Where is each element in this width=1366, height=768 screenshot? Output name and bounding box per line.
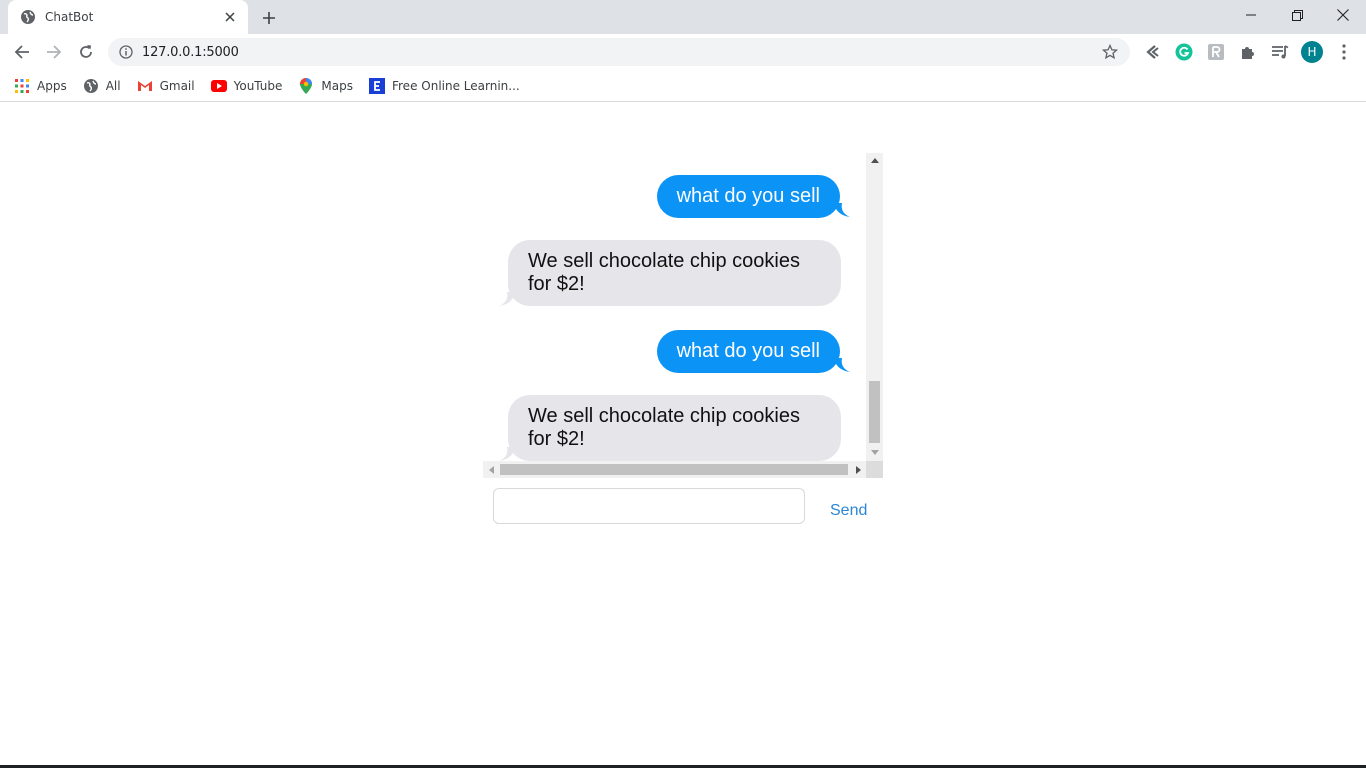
- url-text: 127.0.0.1:5000: [142, 44, 239, 60]
- bookmark-gmail[interactable]: Gmail: [137, 78, 195, 94]
- close-icon[interactable]: [222, 9, 238, 25]
- address-bar[interactable]: 127.0.0.1:5000: [108, 38, 1130, 66]
- gmail-icon: [137, 78, 153, 94]
- message-text: We sell chocolate chip cookies for $2!: [528, 405, 800, 450]
- globe-icon: [83, 78, 99, 94]
- browser-toolbar: 127.0.0.1:5000 H: [0, 34, 1366, 70]
- bookmark-label: Gmail: [159, 78, 195, 93]
- browser-titlebar: ChatBot: [0, 0, 1366, 34]
- reload-icon[interactable]: [73, 39, 99, 65]
- star-icon[interactable]: [1100, 42, 1120, 62]
- bookmarks-bar: Apps All Gmail YouTube Maps Free Online …: [0, 70, 1366, 102]
- forward-arrow-icon[interactable]: [41, 39, 67, 65]
- user-message: what do you sell: [656, 175, 840, 218]
- message-text: what do you sell: [676, 340, 820, 362]
- tab-title: ChatBot: [45, 10, 94, 24]
- scrollbar-corner: [866, 461, 883, 478]
- bookmark-maps[interactable]: Maps: [298, 77, 353, 94]
- info-icon[interactable]: [118, 44, 134, 60]
- back-icon-ext[interactable]: [1142, 42, 1162, 62]
- grammarly-icon[interactable]: [1174, 42, 1194, 62]
- browser-tab[interactable]: ChatBot: [8, 0, 248, 34]
- chat-window: what do you sell We sell chocolate chip …: [483, 153, 883, 478]
- maps-pin-icon: [298, 77, 314, 94]
- bubble-tail: [499, 447, 515, 461]
- chat-messages[interactable]: what do you sell We sell chocolate chip …: [483, 153, 866, 462]
- message-text: We sell chocolate chip cookies for $2!: [528, 250, 800, 295]
- send-button[interactable]: Send: [820, 500, 877, 522]
- bookmark-label: All: [105, 78, 121, 93]
- bookmark-label: YouTube: [233, 78, 283, 93]
- learning-site-icon: [368, 77, 385, 94]
- bookmark-apps[interactable]: Apps: [14, 78, 67, 94]
- bubble-tail: [834, 358, 850, 372]
- kebab-menu-icon[interactable]: [1334, 42, 1354, 62]
- plus-icon[interactable]: [258, 7, 280, 29]
- horizontal-scrollbar[interactable]: [483, 461, 866, 478]
- bot-message: We sell chocolate chip cookies for $2!: [508, 240, 841, 306]
- apps-grid-icon: [14, 78, 30, 94]
- bubble-tail: [834, 203, 850, 217]
- vertical-scrollbar[interactable]: [866, 153, 883, 462]
- youtube-icon: [210, 78, 227, 94]
- scroll-right-arrow-icon[interactable]: [850, 461, 866, 478]
- back-arrow-icon[interactable]: [9, 39, 35, 65]
- puzzle-icon[interactable]: [1238, 42, 1258, 62]
- ext-r-icon[interactable]: [1206, 42, 1226, 62]
- globe-icon: [20, 9, 36, 25]
- horizontal-scroll-thumb[interactable]: [500, 464, 848, 475]
- minimize-icon[interactable]: [1228, 0, 1274, 30]
- restore-icon[interactable]: [1274, 0, 1320, 30]
- bot-message: We sell chocolate chip cookies for $2!: [508, 395, 841, 461]
- avatar[interactable]: H: [1301, 41, 1323, 63]
- scroll-up-arrow-icon[interactable]: [866, 153, 883, 167]
- user-message: what do you sell: [656, 330, 840, 373]
- window-controls: [1228, 0, 1366, 30]
- scroll-left-arrow-icon[interactable]: [483, 461, 499, 478]
- bookmark-all[interactable]: All: [83, 78, 121, 94]
- bookmark-label: Maps: [321, 78, 353, 93]
- bubble-tail: [499, 292, 515, 306]
- media-queue-icon[interactable]: [1270, 42, 1290, 62]
- scroll-down-arrow-icon[interactable]: [866, 445, 883, 459]
- window-close-icon[interactable]: [1320, 0, 1366, 30]
- bookmark-youtube[interactable]: YouTube: [210, 78, 283, 94]
- message-input[interactable]: [493, 488, 805, 524]
- bookmark-free-online-learning[interactable]: Free Online Learnin...: [368, 77, 520, 94]
- vertical-scroll-thumb[interactable]: [869, 381, 880, 443]
- message-text: what do you sell: [676, 185, 820, 207]
- bookmark-label: Apps: [37, 78, 67, 93]
- bookmark-label: Free Online Learnin...: [391, 78, 520, 93]
